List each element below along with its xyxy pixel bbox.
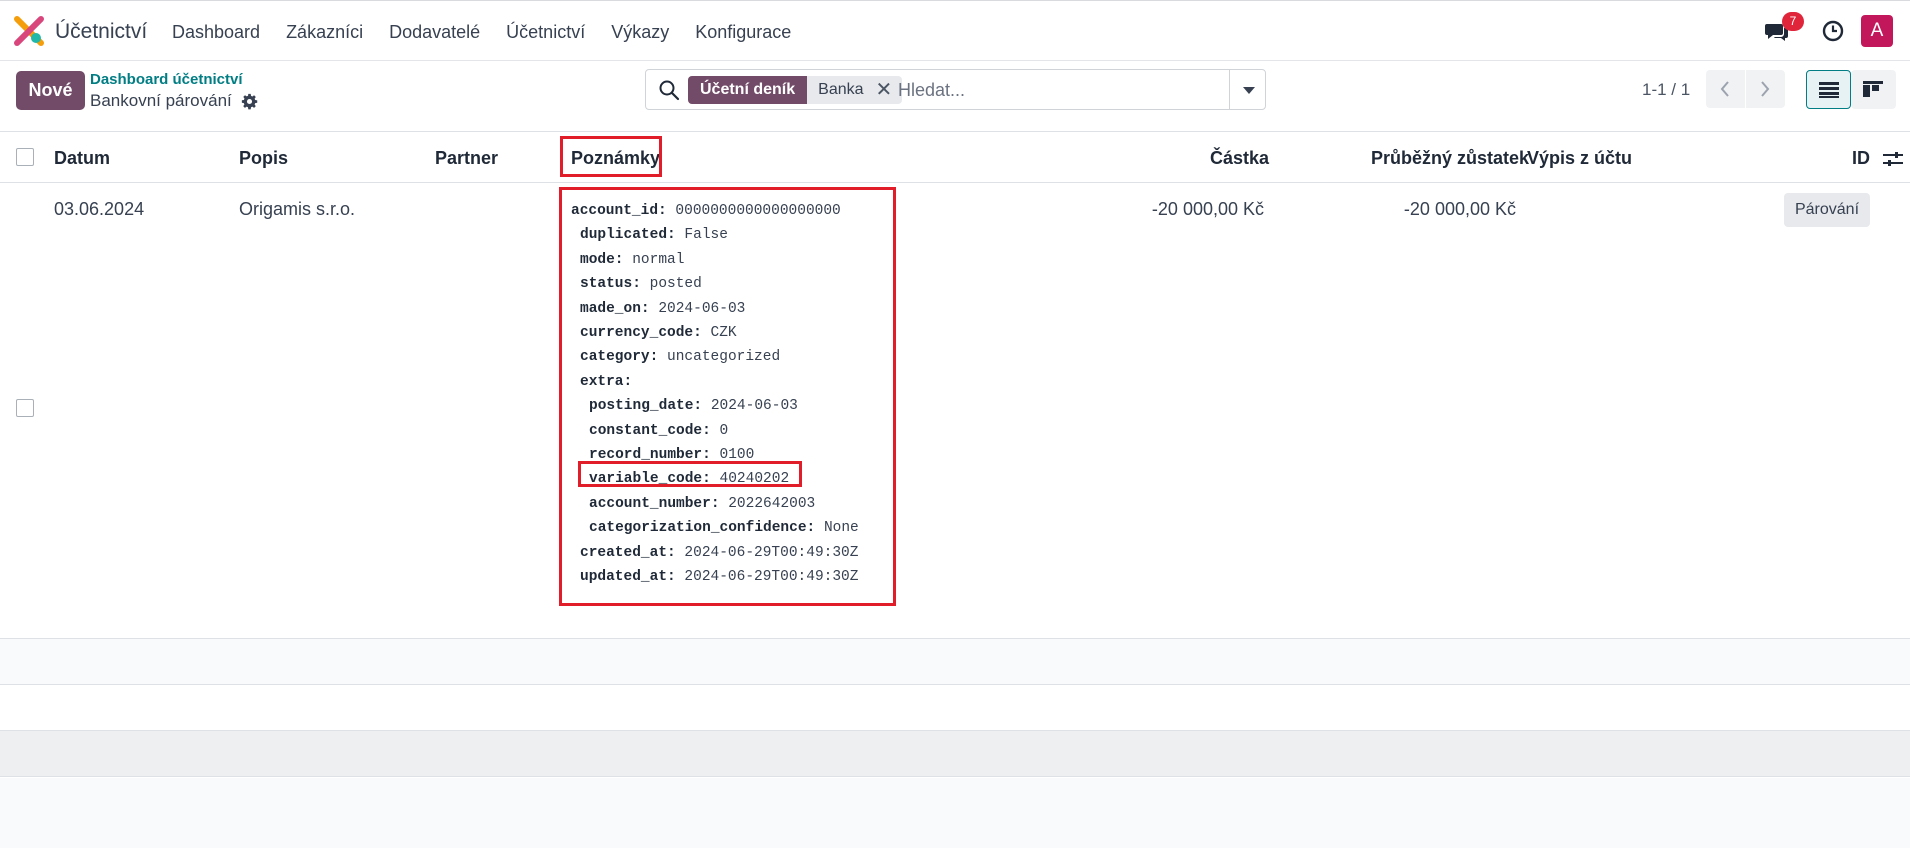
column-header-amount[interactable]: Částka: [1210, 148, 1269, 169]
user-avatar[interactable]: A: [1861, 15, 1893, 47]
menu-item-reports[interactable]: Výkazy: [611, 22, 669, 43]
table-header: Datum Popis Partner Poznámky Částka Průb…: [0, 131, 1910, 183]
column-header-running-balance[interactable]: Průběžný zůstatek: [1371, 148, 1529, 169]
highlight-box-variable-code: [578, 461, 802, 487]
select-all-checkbox[interactable]: [16, 148, 34, 166]
list-view-button[interactable]: [1806, 70, 1851, 109]
pager-previous-button[interactable]: [1706, 70, 1745, 108]
page-title: Bankovní párování: [90, 91, 232, 110]
facet-value: Banka: [818, 81, 864, 98]
empty-row: [0, 685, 1910, 731]
search-bar: Účetní deník Banka ✕: [645, 69, 1266, 110]
empty-row: [0, 639, 1910, 685]
match-button[interactable]: Párování: [1784, 193, 1870, 227]
cell-amount: -20 000,00 Kč: [1151, 199, 1264, 219]
empty-row: [0, 731, 1910, 777]
column-header-id[interactable]: ID: [1852, 148, 1870, 169]
menu-item-accounting[interactable]: Účetnictví: [506, 22, 585, 43]
list-view: Datum Popis Partner Poznámky Částka Průb…: [0, 131, 1910, 848]
cell-description: Origamis s.r.o.: [239, 199, 356, 219]
search-options-toggle[interactable]: [1229, 70, 1265, 109]
gear-icon[interactable]: [241, 93, 258, 110]
kanban-view-button[interactable]: [1851, 70, 1896, 109]
main-menu: Dashboard Zákazníci Dodavatelé Účetnictv…: [172, 22, 791, 43]
pager-value[interactable]: 1-1 / 1: [1642, 80, 1690, 100]
clock-icon: [1822, 20, 1844, 42]
chevron-left-icon: [1720, 81, 1729, 97]
optional-columns-icon[interactable]: [1883, 150, 1903, 168]
chevron-right-icon: [1761, 81, 1770, 97]
column-header-description[interactable]: Popis: [239, 148, 288, 169]
column-header-date[interactable]: Datum: [54, 148, 110, 169]
menu-item-configuration[interactable]: Konfigurace: [695, 22, 791, 43]
cell-date: 03.06.2024: [54, 199, 145, 219]
search-icon[interactable]: [658, 79, 680, 101]
highlight-box-notes-cell: [559, 187, 896, 606]
highlight-box-notes-header: [560, 136, 662, 177]
column-header-statement[interactable]: Výpis z účtu: [1527, 148, 1632, 169]
menu-item-vendors[interactable]: Dodavatelé: [389, 22, 480, 43]
facet-value-wrap: Banka ✕: [807, 76, 903, 104]
table-row[interactable]: 03.06.2024 Origamis s.r.o. -20 000,00 Kč…: [0, 183, 1910, 639]
search-input[interactable]: [898, 76, 1238, 104]
messaging-button[interactable]: 7: [1765, 12, 1804, 47]
kanban-view-icon: [1863, 81, 1883, 97]
list-view-icon: [1819, 82, 1839, 98]
chat-count-badge: 7: [1782, 12, 1804, 31]
row-checkbox[interactable]: [16, 399, 34, 417]
facet-label: Účetní deník: [688, 76, 808, 104]
chevron-down-icon: [1243, 87, 1255, 94]
breadcrumb-current: Bankovní párování: [90, 91, 258, 111]
app-name[interactable]: Účetnictví: [55, 20, 147, 44]
menu-item-customers[interactable]: Zákazníci: [286, 22, 363, 43]
new-button[interactable]: Nové: [16, 71, 85, 110]
cell-running-balance: -20 000,00 Kč: [1403, 199, 1516, 219]
pager-next-button[interactable]: [1746, 70, 1785, 108]
list-footer-area: [0, 778, 1910, 848]
menu-item-dashboard[interactable]: Dashboard: [172, 22, 260, 43]
breadcrumb-parent[interactable]: Dashboard účetnictví: [90, 71, 243, 88]
activity-button[interactable]: [1820, 15, 1846, 47]
column-header-partner[interactable]: Partner: [435, 148, 498, 169]
close-icon[interactable]: ✕: [876, 76, 893, 104]
search-facet: Účetní deník Banka ✕: [688, 76, 903, 104]
top-navbar: Účetnictví Dashboard Zákazníci Dodavatel…: [0, 0, 1910, 61]
app-logo-icon[interactable]: [14, 16, 44, 46]
